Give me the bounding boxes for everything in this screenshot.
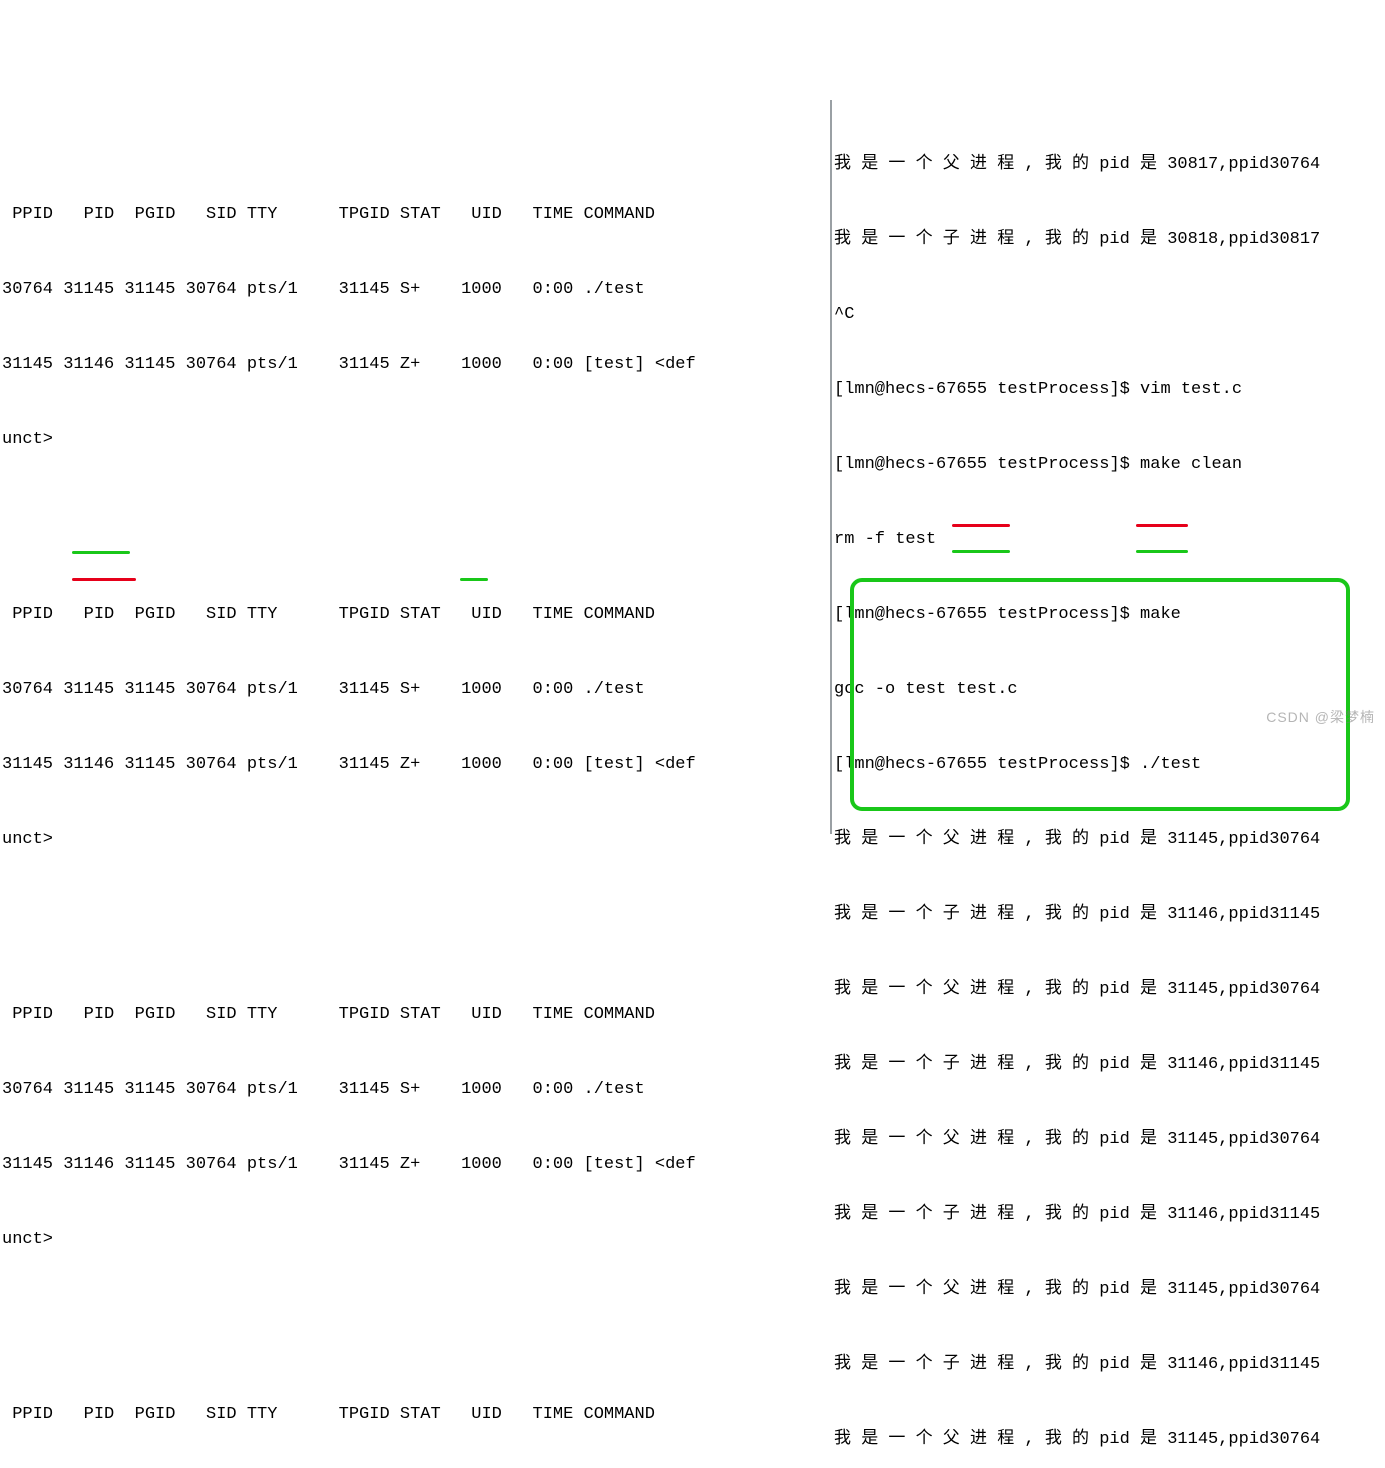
output-line: 我 是 一 个 父 进 程 , 我 的 pid 是 31145,ppid3076…: [834, 1427, 1385, 1452]
shell-prompt-make: [lmn@hecs-67655 testProcess]$ make: [834, 602, 1385, 627]
ps-header: PPID PID PGID SID TTY TPGID STAT UID TIM…: [2, 202, 830, 227]
ps-row-wrap: unct>: [2, 827, 830, 852]
output-line: 我 是 一 个 父 进 程 , 我 的 pid 是 31145,ppid3076…: [834, 827, 1385, 852]
ps-output-block-3: PPID PID PGID SID TTY TPGID STAT UID TIM…: [2, 952, 830, 1302]
shell-prompt-make-clean: [lmn@hecs-67655 testProcess]$ make clean: [834, 452, 1385, 477]
output-line: rm -f test: [834, 527, 1385, 552]
ps-row-test: 30764 31145 31145 30764 pts/1 31145 S+ 1…: [2, 1077, 830, 1102]
ps-output-block-4: PPID PID PGID SID TTY TPGID STAT UID TIM…: [2, 1352, 830, 1468]
watermark-text: CSDN @梁梦楠: [1266, 705, 1375, 730]
ps-header: PPID PID PGID SID TTY TPGID STAT UID TIM…: [2, 602, 830, 627]
output-line: 我 是 一 个 子 进 程 , 我 的 pid 是 30818,ppid3081…: [834, 227, 1385, 252]
output-line: 我 是 一 个 子 进 程 , 我 的 pid 是 31146,ppid3114…: [834, 1052, 1385, 1077]
output-line: 我 是 一 个 父 进 程 , 我 的 pid 是 31145,ppid3076…: [834, 1277, 1385, 1302]
output-line: 我 是 一 个 子 进 程 , 我 的 pid 是 31146,ppid3114…: [834, 1352, 1385, 1377]
ps-header: PPID PID PGID SID TTY TPGID STAT UID TIM…: [2, 1402, 830, 1427]
shell-prompt-vim: [lmn@hecs-67655 testProcess]$ vim test.c: [834, 377, 1385, 402]
ps-row-test: 30764 31145 31145 30764 pts/1 31145 S+ 1…: [2, 277, 830, 302]
ps-output-block-2: PPID PID PGID SID TTY TPGID STAT UID TIM…: [2, 552, 830, 902]
interrupt-signal: ^C: [834, 302, 1385, 327]
ps-output-block-1: PPID PID PGID SID TTY TPGID STAT UID TIM…: [2, 152, 830, 502]
output-line: 我 是 一 个 父 进 程 , 我 的 pid 是 31145,ppid3076…: [834, 1127, 1385, 1152]
output-line: 我 是 一 个 子 进 程 , 我 的 pid 是 31146,ppid3114…: [834, 1202, 1385, 1227]
ps-row-zombie: 31145 31146 31145 30764 pts/1 31145 Z+ 1…: [2, 752, 830, 777]
ps-row-test: 30764 31145 31145 30764 pts/1 31145 S+ 1…: [2, 677, 830, 702]
output-line: gcc -o test test.c: [834, 677, 1385, 702]
shell-prompt-run-test: [lmn@hecs-67655 testProcess]$ ./test: [834, 752, 1385, 777]
ps-row-wrap: unct>: [2, 1227, 830, 1252]
ps-row-wrap: unct>: [2, 427, 830, 452]
output-line: 我 是 一 个 父 进 程 , 我 的 pid 是 31145,ppid3076…: [834, 977, 1385, 1002]
ps-row-zombie: 31145 31146 31145 30764 pts/1 31145 Z+ 1…: [2, 352, 830, 377]
ps-header: PPID PID PGID SID TTY TPGID STAT UID TIM…: [2, 1002, 830, 1027]
ps-row-zombie: 31145 31146 31145 30764 pts/1 31145 Z+ 1…: [2, 1152, 830, 1177]
output-line: 我 是 一 个 子 进 程 , 我 的 pid 是 31146,ppid3114…: [834, 902, 1385, 927]
left-terminal-pane[interactable]: PPID PID PGID SID TTY TPGID STAT UID TIM…: [0, 100, 832, 834]
output-line: 我 是 一 个 父 进 程 , 我 的 pid 是 30817,ppid3076…: [834, 152, 1385, 177]
